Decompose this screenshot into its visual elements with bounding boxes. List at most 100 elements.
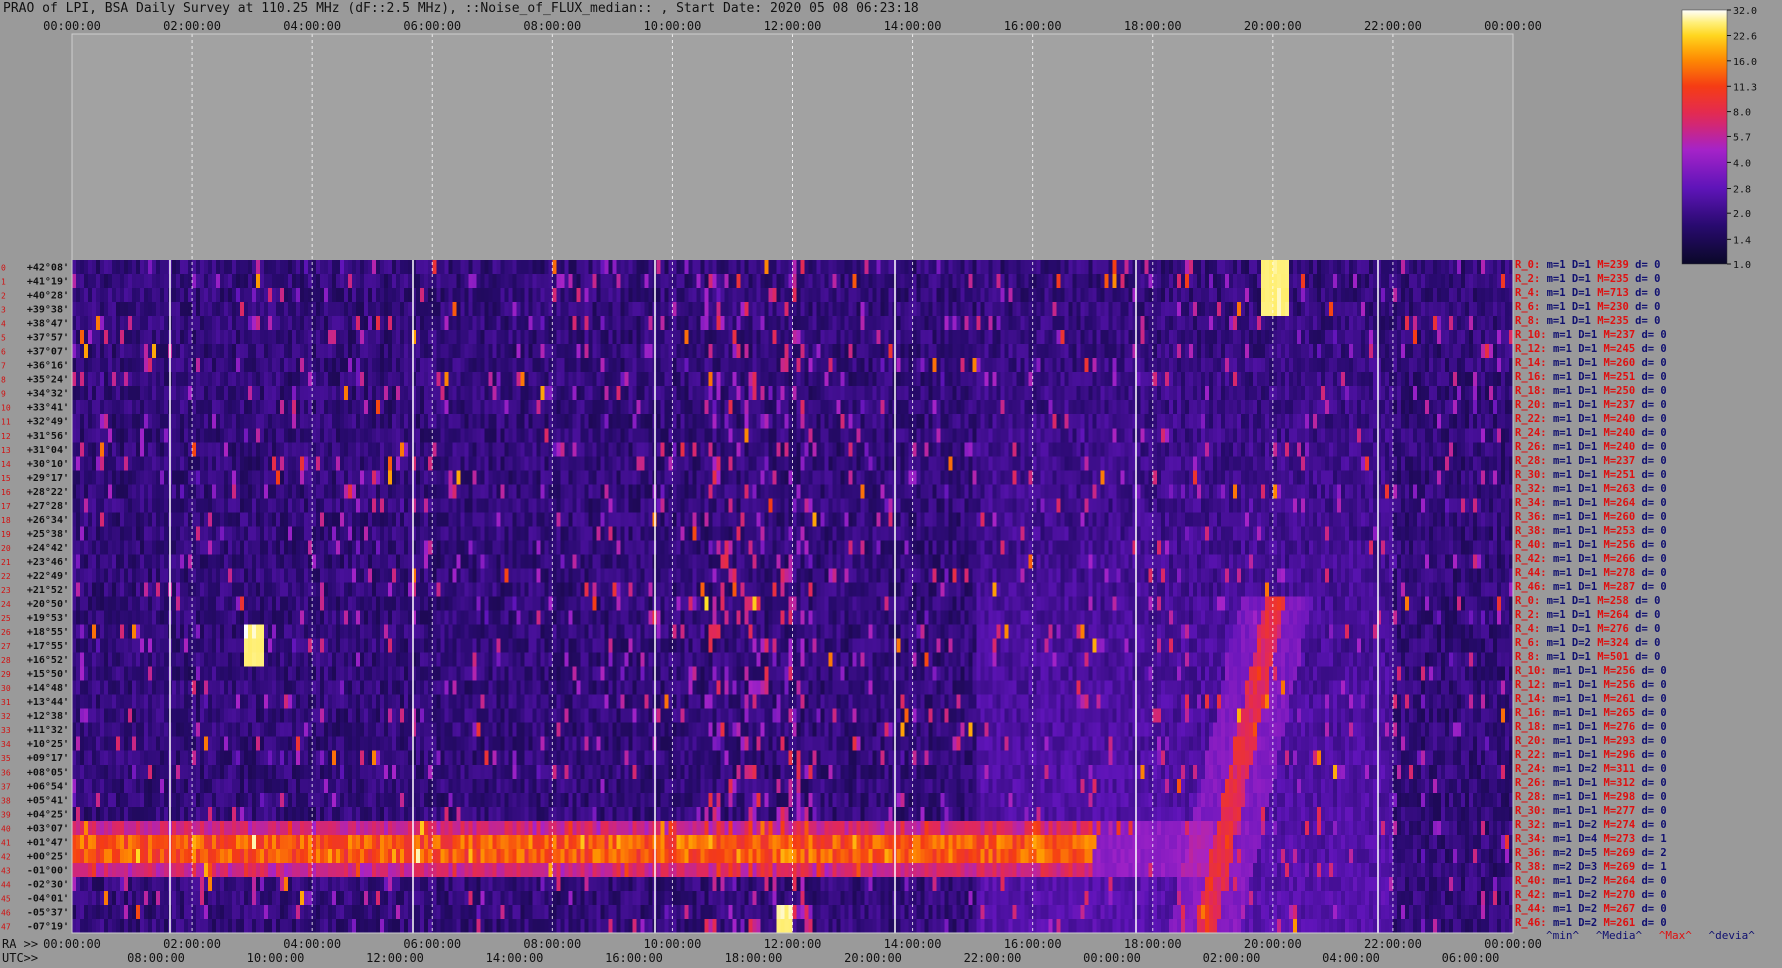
stat-median: D=1 [1578, 805, 1604, 817]
legend-max: ^Max^ [1658, 929, 1692, 942]
top-tick-label: 06:00:00 [403, 19, 461, 33]
stats-row: R_26: m=1 D=1 M=312 d= 0 [1515, 776, 1779, 790]
top-tick-label: 20:00:00 [1244, 19, 1302, 33]
declination-label: +14°48' [27, 683, 69, 694]
top-tick-label: 00:00:00 [1484, 19, 1542, 33]
declination-label: +04°25' [27, 809, 69, 820]
stat-region: R_32: [1515, 819, 1553, 831]
stats-row: R_22: m=1 D=1 M=296 d= 0 [1515, 748, 1779, 762]
stats-row: R_8: m=1 D=1 M=501 d= 0 [1515, 650, 1779, 664]
stat-median: D=2 [1578, 875, 1604, 887]
stat-min: m=1 [1552, 441, 1579, 453]
stats-row: R_42: m=1 D=1 M=266 d= 0 [1515, 552, 1779, 566]
row-index-label: 39 [1, 810, 11, 819]
declination-label: +42°08' [27, 263, 69, 274]
stat-deviation: d= 0 [1641, 427, 1667, 439]
declination-label: +29°17' [27, 473, 69, 484]
stat-deviation: d= 0 [1641, 707, 1667, 719]
stats-row: R_4: m=1 D=1 M=276 d= 0 [1515, 622, 1779, 636]
row-index-label: 33 [1, 726, 11, 735]
stat-region: R_18: [1515, 721, 1553, 733]
stat-min: m=1 [1552, 889, 1579, 901]
stat-median: D=2 [1571, 637, 1598, 649]
declination-label: +32°49' [27, 417, 69, 428]
row-index-label: 27 [1, 642, 11, 651]
utc-tick-label: 02:00:00 [1203, 951, 1261, 965]
stat-median: D=1 [1578, 735, 1604, 747]
stat-region: R_40: [1515, 875, 1553, 887]
stat-region: R_16: [1515, 707, 1553, 719]
row-index-label: 0 [1, 264, 6, 273]
stats-row: R_20: m=1 D=1 M=237 d= 0 [1515, 398, 1779, 412]
declination-label: +15°50' [27, 669, 69, 680]
stat-deviation: d= 0 [1641, 581, 1667, 593]
stat-deviation: d= 0 [1641, 665, 1667, 677]
utc-tick-label: 00:00:00 [1083, 951, 1141, 965]
legend-min: ^min^ [1546, 929, 1580, 942]
stats-row: R_2: m=1 D=1 M=235 d= 0 [1515, 272, 1779, 286]
row-index-label: 6 [1, 348, 6, 357]
top-tick-label: 00:00:00 [43, 19, 101, 33]
row-index-label: 41 [1, 838, 11, 847]
stat-max: M=240 [1603, 441, 1642, 453]
row-index-label: 21 [1, 558, 11, 567]
stat-min: m=1 [1552, 413, 1579, 425]
stat-max: M=261 [1603, 693, 1642, 705]
row-index-label: 2 [1, 292, 6, 301]
stat-region: R_14: [1515, 357, 1553, 369]
stat-deviation: d= 0 [1641, 371, 1667, 383]
declination-label: +36°16' [27, 361, 69, 372]
stats-row: R_16: m=1 D=1 M=251 d= 0 [1515, 370, 1779, 384]
stats-row: R_16: m=1 D=1 M=265 d= 0 [1515, 706, 1779, 720]
stat-max: M=260 [1603, 511, 1642, 523]
stats-row: R_46: m=1 D=1 M=287 d= 0 [1515, 580, 1779, 594]
stats-row: R_20: m=1 D=1 M=293 d= 0 [1515, 734, 1779, 748]
stat-max: M=311 [1603, 763, 1642, 775]
ra-tick-label: 06:00:00 [403, 937, 461, 951]
stat-min: m=1 [1552, 805, 1579, 817]
stats-row: R_28: m=1 D=1 M=298 d= 0 [1515, 790, 1779, 804]
stat-min: m=1 [1552, 763, 1579, 775]
stat-max: M=713 [1597, 287, 1636, 299]
stat-region: R_18: [1515, 385, 1553, 397]
declination-label: +25°38' [27, 529, 69, 540]
stat-median: D=1 [1578, 329, 1604, 341]
stats-row: R_2: m=1 D=1 M=264 d= 0 [1515, 608, 1779, 622]
stats-row: R_22: m=1 D=1 M=240 d= 0 [1515, 412, 1779, 426]
row-index-label: 10 [1, 404, 11, 413]
stat-median: D=1 [1578, 469, 1604, 481]
stat-min: m=1 [1552, 427, 1579, 439]
stat-max: M=265 [1603, 707, 1642, 719]
declination-label: +03°07' [27, 823, 69, 834]
stat-median: D=1 [1571, 609, 1598, 621]
stat-deviation: d= 0 [1641, 875, 1667, 887]
stat-median: D=1 [1578, 413, 1604, 425]
declination-label: +34°32' [27, 389, 69, 400]
declination-label: +37°07' [27, 347, 69, 358]
row-index-label: 16 [1, 488, 11, 497]
stat-region: R_2: [1515, 609, 1547, 621]
stat-region: R_26: [1515, 777, 1553, 789]
stat-median: D=4 [1578, 833, 1604, 845]
stat-min: m=1 [1552, 903, 1579, 915]
stat-max: M=240 [1603, 427, 1642, 439]
top-tick-label: 16:00:00 [1004, 19, 1062, 33]
stat-min: m=1 [1552, 357, 1579, 369]
stats-row: R_38: m=2 D=3 M=269 d= 1 [1515, 860, 1779, 874]
row-index-label: 14 [1, 460, 11, 469]
ra-tick-label: 16:00:00 [1004, 937, 1062, 951]
stats-row: R_0: m=1 D=1 M=258 d= 0 [1515, 594, 1779, 608]
stats-row: R_38: m=1 D=1 M=253 d= 0 [1515, 524, 1779, 538]
stat-median: D=1 [1578, 371, 1604, 383]
stats-row: R_12: m=1 D=1 M=245 d= 0 [1515, 342, 1779, 356]
row-index-label: 23 [1, 586, 11, 595]
stats-row: R_34: m=1 D=4 M=273 d= 1 [1515, 832, 1779, 846]
top-tick-label: 10:00:00 [644, 19, 702, 33]
declination-label: +12°38' [27, 711, 69, 722]
stat-region: R_38: [1515, 525, 1553, 537]
stat-max: M=269 [1603, 847, 1642, 859]
stats-row: R_32: m=1 D=1 M=263 d= 0 [1515, 482, 1779, 496]
ra-tick-label: 08:00:00 [523, 937, 581, 951]
stat-region: R_12: [1515, 679, 1553, 691]
row-index-label: 12 [1, 432, 11, 441]
